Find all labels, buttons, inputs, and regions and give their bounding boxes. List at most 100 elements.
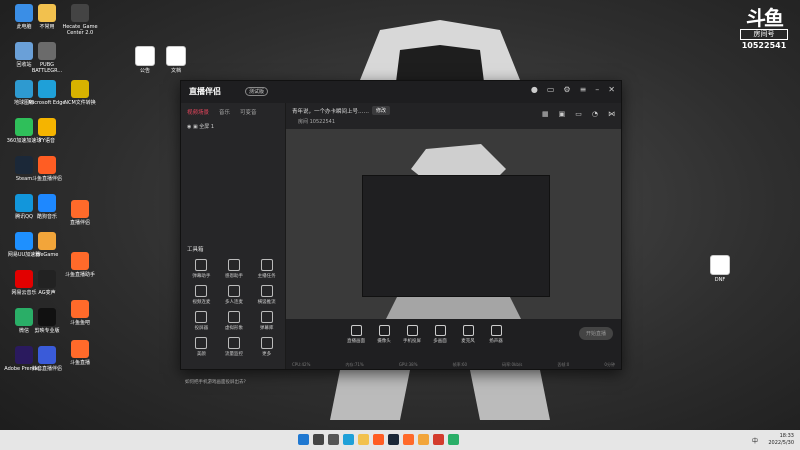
modify-button[interactable]: 修改 [372,106,391,115]
toolbox-item[interactable]: 更多 [250,337,283,357]
explorer-icon[interactable] [358,434,369,445]
toolbox-item[interactable]: 横竖推流 [250,285,283,305]
folder-icon [38,4,56,22]
toolbox-item[interactable]: 弹幕库 [250,311,283,331]
avatar[interactable]: ● [531,85,538,94]
toolbox-item[interactable]: 流量监控 [218,337,251,357]
bell-icon[interactable]: ◔ [592,110,598,118]
clock[interactable]: 18:33 2022/5/30 [768,433,794,447]
desktop-icon-label: Hecate_Game Center 2.0 [62,24,98,36]
mic-button[interactable]: 麦克风 [456,325,480,344]
room-id: 房间 10522541 [298,119,336,125]
display-button[interactable]: 直播画面 [344,325,368,344]
desktop-icon-label: 文档 [170,68,181,74]
tool-label: 多人连麦 [224,300,243,305]
toolbox-item[interactable]: 视频连麦 [185,285,218,305]
ag-icon [38,270,56,288]
status-bar: CPU:42% 内存:71% GPU:38% 帧率:60 码率:0kb/s 丢帧:0 0分钟 [286,362,621,368]
tool-label: 虚拟形象 [224,326,243,331]
tool-icon [195,337,208,349]
tool-icon [195,285,208,297]
screen-icon[interactable]: ▭ [575,110,582,118]
wegame-taskbar-icon[interactable] [418,434,429,445]
desktop-icon[interactable]: 文档 [156,46,196,74]
desktop-icon-label: 酷狗音乐 [36,214,57,220]
desktop-icon-label: NCM文件转换 [64,100,96,106]
room-title: 青年说，一个办卡瞬间上号…… [292,109,370,115]
lock-icon[interactable]: ▣ [193,124,198,130]
yy-icon [38,118,56,136]
desktop-icon-label: 抖音直播伴侣 [31,366,62,372]
desktop-icon[interactable]: 直播伴侣 [60,200,100,226]
layout-icon[interactable]: ▦ [542,110,549,118]
windows-start-icon[interactable] [298,434,309,445]
toolbox-item[interactable]: 感恩助手 [218,259,251,279]
message-icon[interactable]: ▭ [547,85,555,94]
minimize-icon[interactable]: – [595,85,599,94]
steam-taskbar-icon[interactable] [388,434,399,445]
multi-screen-button[interactable]: 多画面 [428,325,452,344]
version-badge: 测试版 [245,87,269,96]
tool-label: 美颜 [196,352,206,357]
douyu-watermark: 斗鱼 房间号 10522541 [736,8,792,50]
watermark-room-number: 10522541 [741,41,787,50]
search-icon[interactable] [313,434,324,445]
desktop-icon-label: 不常用 [39,24,55,30]
tool-icon [260,259,273,271]
phone-icon [406,325,418,336]
desktop-icon[interactable]: NCM文件转换 [60,80,100,106]
tool-label: 流量监控 [224,352,243,357]
desktop-icon-label: 斗鱼直播 [69,360,90,366]
status-item: 0分钟 [604,362,615,367]
toolbox-item[interactable]: 弹幕助手 [185,259,218,279]
desktop-icon[interactable]: YY语音 [27,118,67,144]
notice-link[interactable]: 如何把手机游戏画面投屏出去? [185,379,246,385]
douyu-taskbar-icon[interactable] [373,434,384,445]
stream-preview[interactable] [286,129,621,319]
desktop-icon-label: 斗鱼直播伴侣 [31,176,62,182]
tool-icon [227,337,240,349]
desktop-file-dnf[interactable]: DNF [700,255,740,283]
tab-video-scene[interactable]: 视频场景 [187,108,209,116]
toolbox-item[interactable]: 美颜 [185,337,218,357]
desktop-icon[interactable]: 斗鱼直播助手 [60,252,100,278]
toolbox-item[interactable]: 虚拟形象 [218,311,251,331]
speaker-button[interactable]: 扬声器 [484,325,508,344]
scene-tabs: 视频场景 音乐 可变音 [181,103,285,121]
scene-item[interactable]: ◉ ▣ 全屏 1 [181,121,285,132]
task-view-icon[interactable] [328,434,339,445]
close-icon[interactable]: ✕ [608,85,615,94]
status-item: 码率:0kb/s [502,362,523,367]
phone-cast-button[interactable]: 手机投屏 [400,325,424,344]
tab-music[interactable]: 音乐 [219,108,230,116]
desktop-icon[interactable]: 斗鱼直播伴侣 [27,156,67,182]
share-icon[interactable]: ⋈ [608,110,615,118]
start-live-button[interactable]: 开始直播 [578,327,613,340]
tool-icon [195,311,208,323]
desktop-icon[interactable]: Hecate_Game Center 2.0 [60,4,100,36]
chrome-taskbar-icon[interactable] [433,434,444,445]
tab-voice[interactable]: 可变音 [240,108,257,116]
pip-icon[interactable]: ▣ [559,110,566,118]
edge-taskbar-icon[interactable] [343,434,354,445]
menu-icon[interactable]: ≡ [580,85,587,94]
live-taskbar-icon[interactable] [403,434,414,445]
desktop-icon-label: 斗鱼鱼吧 [69,320,90,326]
eye-icon[interactable]: ◉ [187,124,191,130]
watermark-logo: 斗鱼 [746,6,784,30]
toolbox-item[interactable]: 投屏器 [185,311,218,331]
title-bar: 直播伴侣 测试版 ● ▭ ⚙ ≡ – ✕ [181,81,621,103]
input-language[interactable]: 中 [752,436,758,445]
desktop-icon-label: WeGame [35,252,59,258]
camera-button[interactable]: 摄像头 [372,325,396,344]
toolbox-item[interactable]: 主播任务 [250,259,283,279]
desktop-icon[interactable]: PUBG BATTLEGR... [27,42,67,74]
toolbox-item[interactable]: 多人连麦 [218,285,251,305]
jianying-icon [38,308,56,326]
watermark-room-label: 房间号 [740,29,788,40]
desktop-icon[interactable]: 斗鱼鱼吧 [60,300,100,326]
desktop-icon[interactable]: 斗鱼直播 [60,340,100,366]
wegame-icon [38,232,56,250]
settings-icon[interactable]: ⚙ [563,85,570,94]
wechat-taskbar-icon[interactable] [448,434,459,445]
